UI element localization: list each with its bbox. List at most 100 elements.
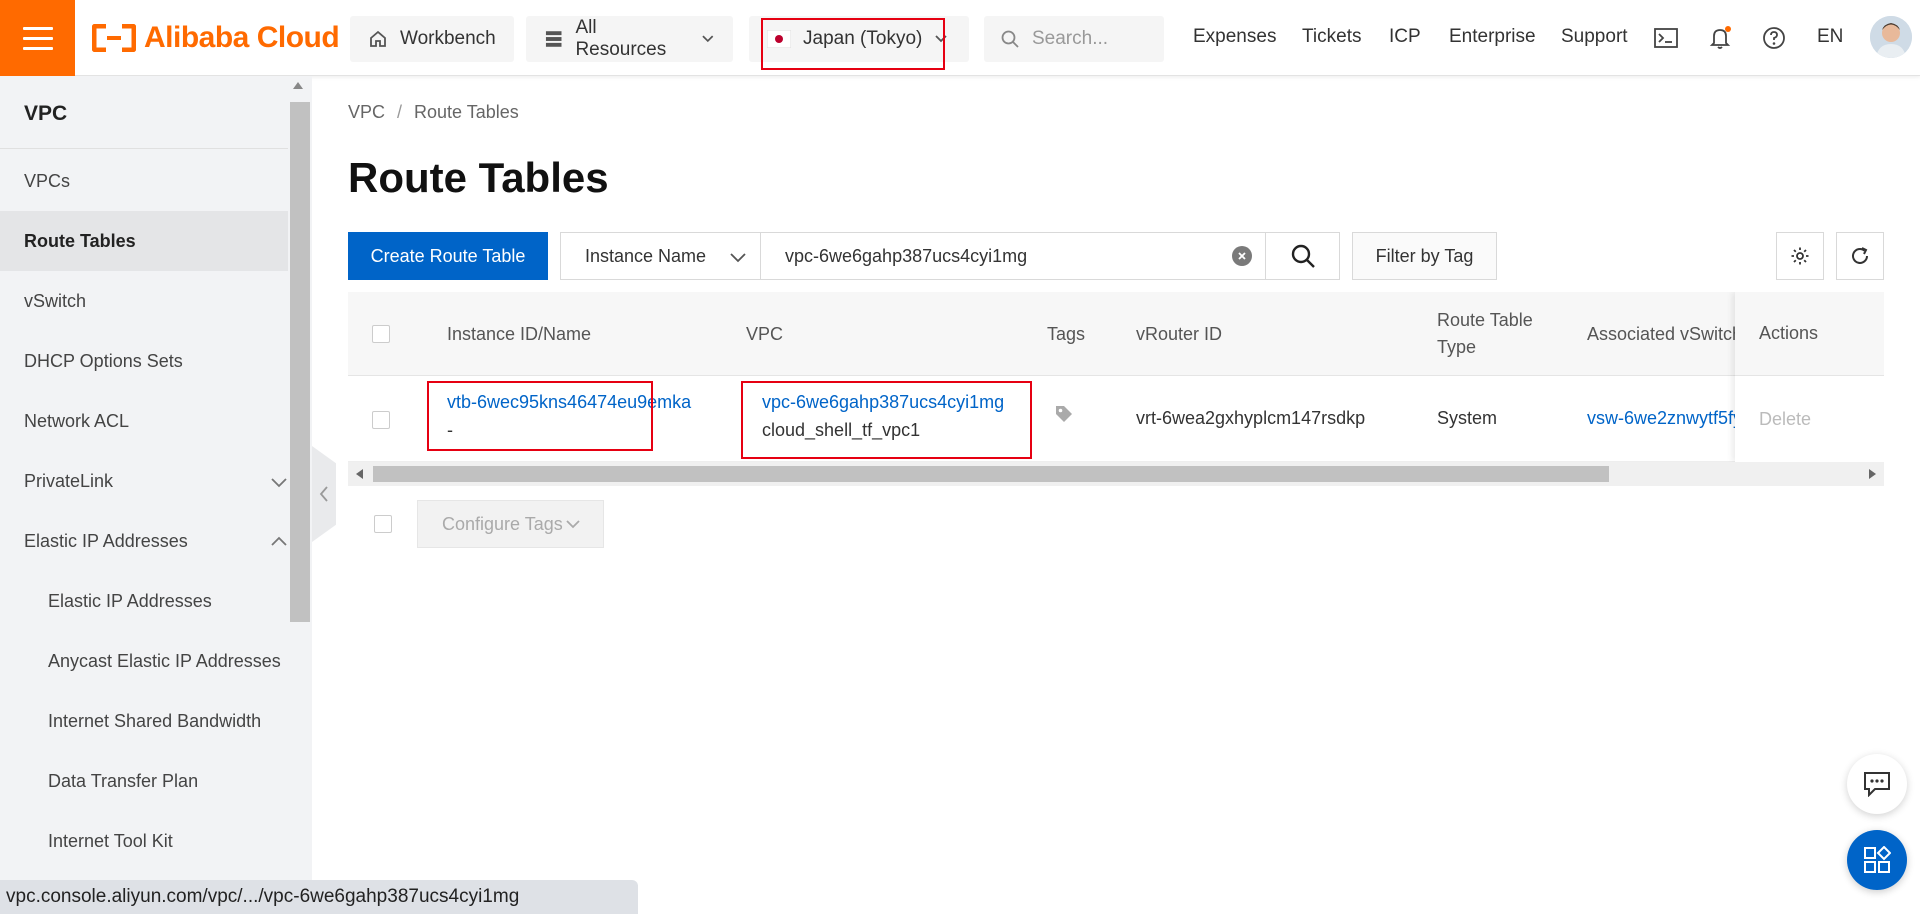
configure-tags-label: Configure Tags bbox=[442, 513, 563, 534]
apps-button[interactable] bbox=[1847, 830, 1907, 890]
sidebar-item-label: Data Transfer Plan bbox=[48, 770, 199, 791]
nav-link-tickets[interactable]: Tickets bbox=[1302, 26, 1361, 48]
help-icon[interactable] bbox=[1760, 24, 1788, 52]
breadcrumb-separator: / bbox=[397, 102, 403, 122]
route-table-id-link[interactable]: vtb-6wec95kns46474eu9emka bbox=[447, 388, 691, 416]
nav-link-support[interactable]: Support bbox=[1561, 26, 1628, 48]
bottom-select-all-checkbox[interactable] bbox=[374, 515, 392, 533]
server-stack-icon bbox=[545, 31, 562, 47]
filter-by-tag-button[interactable]: Filter by Tag bbox=[1352, 232, 1497, 280]
chevron-up-icon bbox=[271, 536, 287, 546]
route-table-type: System bbox=[1437, 408, 1498, 428]
breadcrumb-current: Route Tables bbox=[414, 102, 519, 122]
clear-input-icon[interactable] bbox=[1232, 246, 1252, 266]
region-selector[interactable]: Japan (Tokyo) bbox=[749, 16, 969, 62]
sidebar-item-dhcp-options-sets[interactable]: DHCP Options Sets bbox=[0, 331, 288, 391]
column-header-vpc: VPC bbox=[746, 323, 784, 344]
gear-icon bbox=[1791, 247, 1809, 265]
all-resources-dropdown[interactable]: All Resources bbox=[526, 16, 733, 62]
workbench-label: Workbench bbox=[400, 28, 496, 49]
search-icon bbox=[1291, 244, 1315, 268]
sidebar-divider bbox=[0, 148, 288, 149]
column-header-vrouter: vRouter ID bbox=[1136, 323, 1223, 344]
sidebar-item-anycast-eip[interactable]: Anycast Elastic IP Addresses bbox=[0, 631, 288, 691]
refresh-button[interactable] bbox=[1836, 232, 1884, 280]
breadcrumb: VPC / Route Tables bbox=[348, 102, 519, 123]
column-header-vswitch: Associated vSwitch bbox=[1587, 323, 1743, 344]
select-all-checkbox[interactable] bbox=[372, 325, 390, 343]
chevron-down-icon bbox=[935, 35, 947, 43]
vpc-id-link[interactable]: vpc-6we6gahp387ucs4cyi1mg bbox=[762, 388, 1004, 416]
sidebar-item-label: VPCs bbox=[24, 170, 71, 191]
page-title: Route Tables bbox=[348, 154, 609, 201]
nav-link-icp[interactable]: ICP bbox=[1389, 26, 1421, 48]
instance-search-input[interactable]: vpc-6we6gahp387ucs4cyi1mg bbox=[760, 232, 1266, 280]
vswitch-id-link[interactable]: vsw-6we2znwytf5fy bbox=[1587, 404, 1742, 432]
notification-bell-icon[interactable] bbox=[1706, 24, 1734, 52]
sidebar-collapse-toggle[interactable] bbox=[312, 446, 336, 542]
sidebar-item-data-transfer-plan[interactable]: Data Transfer Plan bbox=[0, 751, 288, 811]
sidebar-item-label: Internet Tool Kit bbox=[48, 830, 173, 851]
sidebar: VPC VPCs Route Tables vSwitch DHCP Optio… bbox=[0, 76, 312, 914]
breadcrumb-vpc[interactable]: VPC bbox=[348, 102, 385, 123]
nav-link-enterprise[interactable]: Enterprise bbox=[1449, 26, 1536, 48]
user-avatar[interactable] bbox=[1870, 16, 1912, 58]
configure-tags-button[interactable]: Configure Tags bbox=[417, 500, 604, 548]
sidebar-item-network-acl[interactable]: Network ACL bbox=[0, 391, 288, 451]
alibaba-logo-icon bbox=[92, 24, 136, 52]
top-navigation-bar: Alibaba Cloud Workbench All Resources Ja… bbox=[0, 0, 1920, 76]
column-header-route-table-type: Route Table Type bbox=[1437, 292, 1533, 376]
sidebar-item-label: Anycast Elastic IP Addresses bbox=[48, 650, 281, 671]
refresh-icon bbox=[1852, 247, 1868, 264]
settings-button[interactable] bbox=[1776, 232, 1824, 280]
table-scrollbar-thumb[interactable] bbox=[373, 466, 1609, 482]
global-search-input[interactable]: Search... bbox=[984, 16, 1164, 62]
sidebar-item-label: Elastic IP Addresses bbox=[48, 590, 212, 611]
alibaba-cloud-logo[interactable]: Alibaba Cloud bbox=[92, 20, 340, 56]
filter-field-select[interactable]: Instance Name bbox=[560, 232, 761, 280]
table-header: Instance ID/Name VPC Tags vRouter ID Rou… bbox=[348, 292, 1884, 376]
workbench-button[interactable]: Workbench bbox=[350, 16, 514, 62]
route-table-name: - bbox=[447, 420, 453, 440]
tag-icon[interactable] bbox=[1054, 404, 1074, 432]
column-header-instance: Instance ID/Name bbox=[447, 323, 592, 344]
sidebar-scrollbar-thumb[interactable] bbox=[290, 102, 310, 622]
sidebar-item-elastic-ip-addresses[interactable]: Elastic IP Addresses bbox=[0, 571, 288, 631]
apps-grid-icon bbox=[1864, 846, 1891, 873]
column-header-type-line1: Route Table bbox=[1437, 310, 1533, 330]
chevron-down-icon bbox=[566, 520, 580, 529]
sidebar-item-internet-tool-kit[interactable]: Internet Tool Kit bbox=[0, 811, 288, 871]
scroll-left-arrow-icon[interactable] bbox=[356, 469, 363, 479]
search-button[interactable] bbox=[1265, 232, 1340, 280]
sidebar-item-vpcs[interactable]: VPCs bbox=[0, 151, 288, 211]
sidebar-title: VPC bbox=[24, 102, 68, 125]
sidebar-item-internet-shared-bandwidth[interactable]: Internet Shared Bandwidth bbox=[0, 691, 288, 751]
route-table-list: Instance ID/Name VPC Tags vRouter ID Rou… bbox=[348, 292, 1884, 486]
table-horizontal-scrollbar[interactable] bbox=[348, 462, 1884, 486]
sidebar-item-label: Internet Shared Bandwidth bbox=[48, 710, 262, 731]
table-row: vtb-6wec95kns46474eu9emka - vpc-6we6gahp… bbox=[348, 376, 1884, 462]
sidebar-item-vswitch[interactable]: vSwitch bbox=[0, 271, 288, 331]
brand-name: Alibaba Cloud bbox=[144, 21, 340, 54]
sidebar-item-privatelink[interactable]: PrivateLink bbox=[0, 451, 288, 511]
sidebar-item-route-tables[interactable]: Route Tables bbox=[0, 211, 288, 271]
chat-support-button[interactable] bbox=[1847, 754, 1907, 814]
sidebar-item-label: DHCP Options Sets bbox=[24, 350, 183, 371]
vpc-name: cloud_shell_tf_vpc1 bbox=[762, 420, 921, 440]
menu-icon[interactable] bbox=[0, 0, 75, 76]
create-route-table-button[interactable]: Create Route Table bbox=[348, 232, 548, 280]
scroll-right-arrow-icon[interactable] bbox=[1869, 469, 1876, 479]
language-switcher[interactable]: EN bbox=[1817, 26, 1843, 48]
scroll-up-arrow-icon[interactable] bbox=[293, 82, 303, 89]
column-header-tags: Tags bbox=[1047, 323, 1086, 344]
chevron-left-icon bbox=[319, 486, 328, 502]
row-checkbox[interactable] bbox=[372, 411, 390, 429]
nav-link-expenses[interactable]: Expenses bbox=[1193, 26, 1276, 48]
sidebar-item-elastic-ip-group[interactable]: Elastic IP Addresses bbox=[0, 511, 288, 571]
browser-status-url: vpc.console.aliyun.com/vpc/.../vpc-6we6g… bbox=[0, 880, 638, 914]
vrouter-id: vrt-6wea2gxhyplcm147rsdkp bbox=[1136, 408, 1366, 428]
cloud-shell-icon[interactable] bbox=[1652, 24, 1680, 52]
delete-action[interactable]: Delete bbox=[1759, 409, 1811, 430]
chevron-down-icon bbox=[271, 478, 287, 488]
column-header-type-line2: Type bbox=[1437, 337, 1477, 357]
